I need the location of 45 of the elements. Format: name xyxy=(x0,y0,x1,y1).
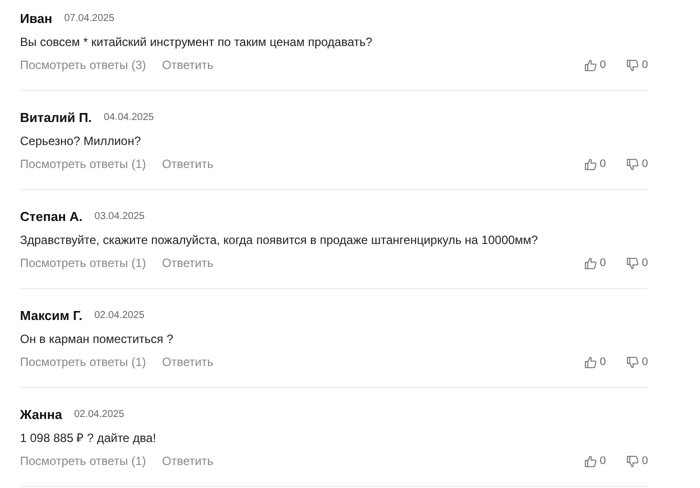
reply-link[interactable]: Ответить xyxy=(162,454,214,468)
author-name: Жанна xyxy=(20,406,62,422)
like-button[interactable]: 0 xyxy=(584,158,606,170)
dislike-button[interactable]: 0 xyxy=(626,454,648,468)
thumbs-down-icon xyxy=(626,356,639,368)
like-button[interactable]: 0 xyxy=(584,356,606,368)
dislike-button[interactable]: 0 xyxy=(626,158,648,170)
thumbs-up-icon xyxy=(584,58,597,72)
like-button[interactable]: 0 xyxy=(584,256,606,270)
reply-link[interactable]: Ответить xyxy=(162,256,214,270)
author-name: Степан А. xyxy=(20,208,83,224)
thumbs-down-icon xyxy=(626,454,639,468)
comment-date: 02.04.2025 xyxy=(74,408,124,420)
comment-text: Серьезно? Миллион? xyxy=(20,133,142,150)
comment-text: Он в карман поместиться ? xyxy=(20,331,174,348)
dislike-button[interactable]: 0 xyxy=(626,58,648,72)
view-replies-link[interactable]: Посмотреть ответы (1) xyxy=(20,256,146,270)
reply-link[interactable]: Ответить xyxy=(162,58,214,72)
thumbs-down-icon xyxy=(626,158,639,170)
dislike-button[interactable]: 0 xyxy=(626,256,648,270)
author-name: Иван xyxy=(20,10,52,26)
view-replies-link[interactable]: Посмотреть ответы (1) xyxy=(20,355,146,369)
comment-text: Здравствуйте, скажите пожалуйста, когда появится в продаже штангенциркуль на 10000мм? xyxy=(20,232,539,249)
dislike-button[interactable]: 0 xyxy=(626,356,648,368)
view-replies-link[interactable]: Посмотреть ответы (1) xyxy=(20,454,146,468)
thumbs-up-icon xyxy=(584,158,597,170)
thumbs-down-icon xyxy=(626,256,639,270)
author-name: Виталий П. xyxy=(20,110,92,124)
thumbs-up-icon xyxy=(584,356,597,368)
comment-text: Вы совсем * китайский инструмент по таким ценам продавать? xyxy=(20,34,374,51)
like-button[interactable]: 0 xyxy=(584,454,606,468)
reply-link[interactable]: Ответить xyxy=(162,157,214,171)
comment-date: 02.04.2025 xyxy=(94,310,144,320)
view-replies-link[interactable]: Посмотреть ответы (3) xyxy=(20,58,146,72)
comment-date: 04.04.2025 xyxy=(104,112,154,122)
comment-date: 03.04.2025 xyxy=(94,210,145,222)
thumbs-up-icon xyxy=(584,454,597,468)
view-replies-link[interactable]: Посмотреть ответы (1) xyxy=(20,157,146,171)
like-button[interactable]: 0 xyxy=(584,58,606,72)
comment-text: 1 098 885 ₽ ? дайте два! xyxy=(20,430,158,447)
author-name: Максим Г. xyxy=(20,308,82,322)
thumbs-up-icon xyxy=(584,256,597,270)
reply-link[interactable]: Ответить xyxy=(162,355,214,369)
comment-date: 07.04.2025 xyxy=(64,12,114,24)
thumbs-down-icon xyxy=(626,58,639,72)
